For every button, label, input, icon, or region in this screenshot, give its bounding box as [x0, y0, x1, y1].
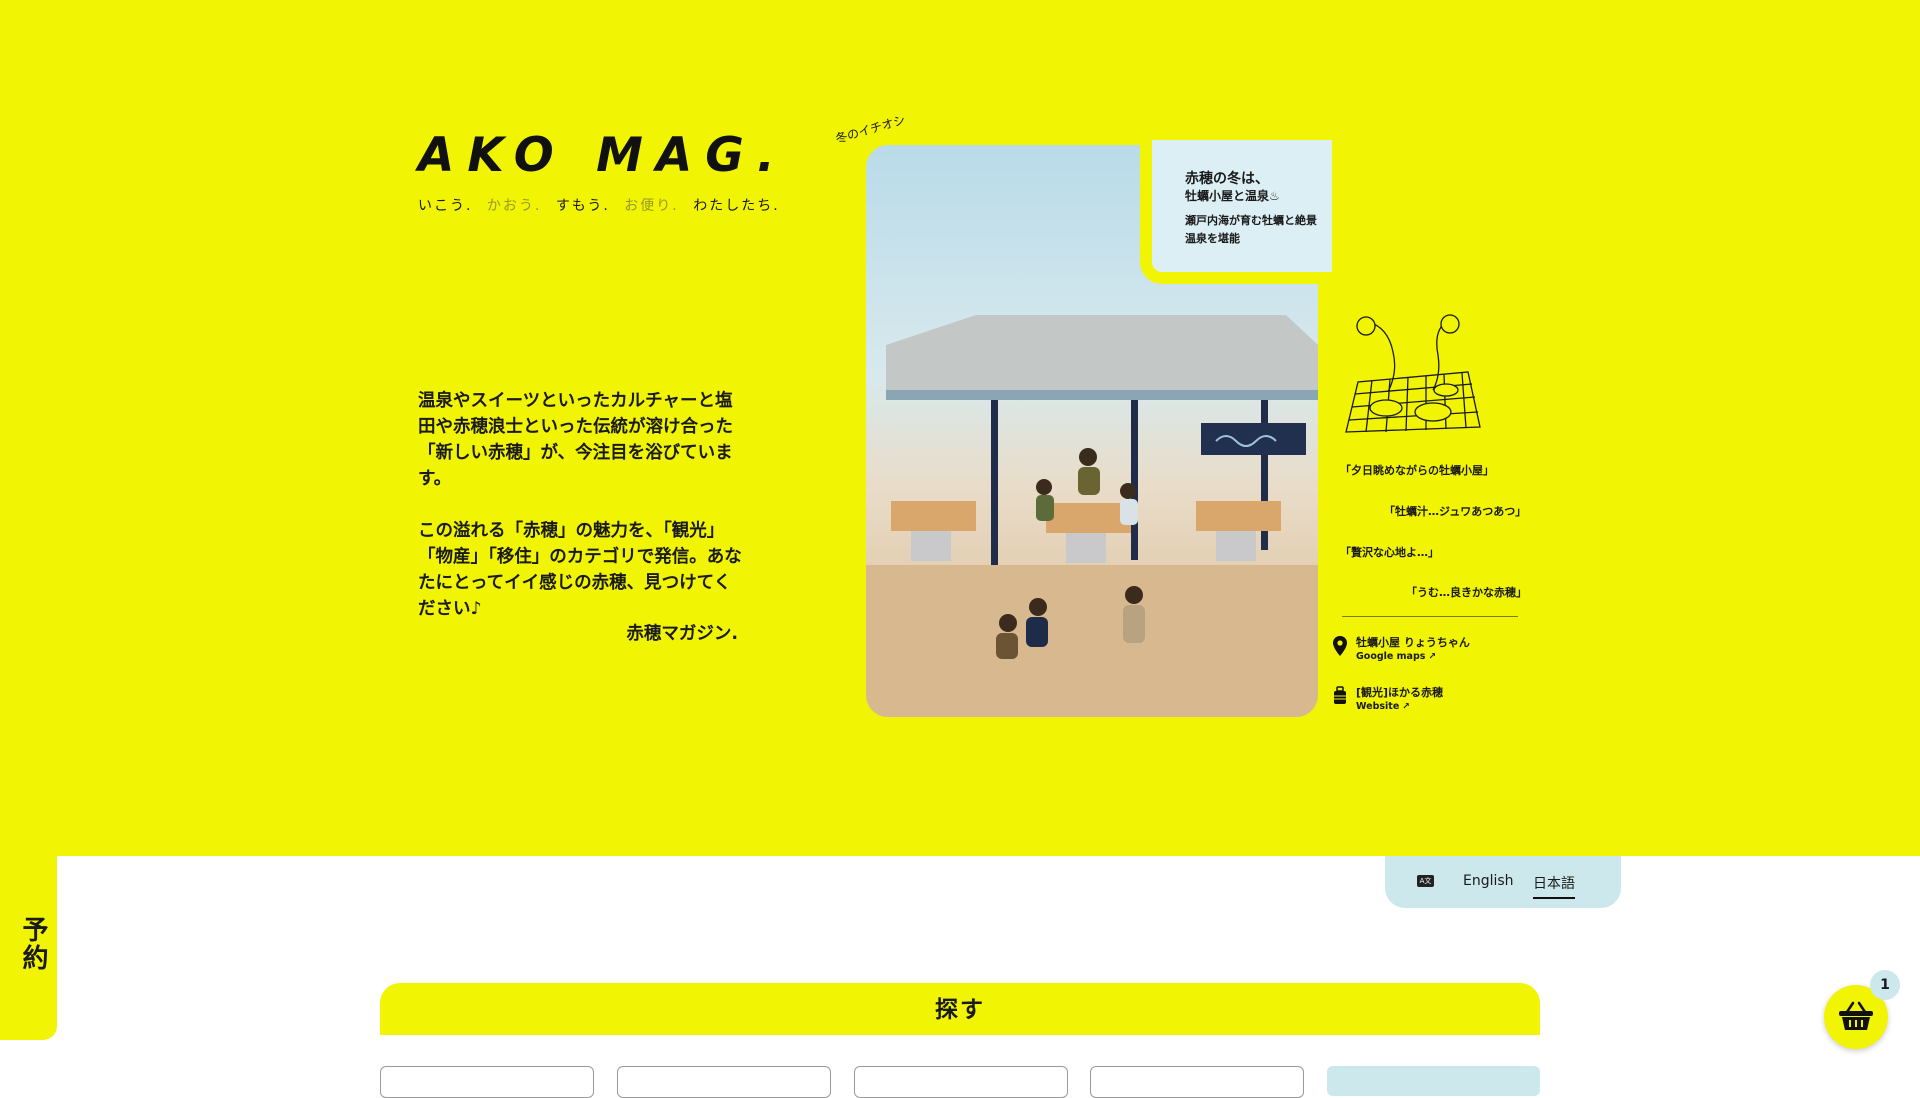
- caption-title: 赤穂の冬は、: [1185, 171, 1269, 187]
- quote: 「贅沢な心地よ…」: [1340, 546, 1439, 559]
- feature-caption: 赤穂の冬は、 牡蠣小屋と温泉♨ 瀬戸内海が育む牡蠣と絶景温泉を堪能: [1140, 140, 1332, 284]
- intro-text: 温泉やスイーツといったカルチャーと塩田や赤穂浪士といった伝統が溶け合った「新しい…: [418, 388, 743, 648]
- translate-icon: A文: [1417, 875, 1434, 887]
- search-filter[interactable]: [617, 1066, 831, 1098]
- intro-paragraph: 温泉やスイーツといったカルチャーと塩田や赤穂浪士といった伝統が溶け合った「新しい…: [418, 391, 733, 489]
- location-name: 牡蠣小屋 りょうちゃん: [1356, 636, 1470, 649]
- search-title: 探す: [935, 997, 985, 1023]
- language-japanese[interactable]: 日本語: [1533, 873, 1575, 899]
- tagline-word: すもう.: [555, 198, 610, 214]
- basket-icon: [1839, 1001, 1873, 1030]
- cart-count-badge: 1: [1870, 970, 1900, 1000]
- site-logo[interactable]: AKO MAG. いこう. かおう. すもう. お便り. わたしたち.: [418, 128, 788, 215]
- website-link[interactable]: Website ↗: [1356, 701, 1410, 712]
- search-filter[interactable]: [854, 1066, 1068, 1098]
- logo-title: AKO MAG.: [418, 128, 788, 183]
- quote: 「うむ…良きかな赤穂」: [1406, 586, 1527, 599]
- external-link-icon: ↗: [1402, 702, 1410, 712]
- oyster-grill-illustration: [1345, 314, 1481, 433]
- caption-subtitle: 牡蠣小屋と温泉♨: [1185, 189, 1280, 203]
- search-filter[interactable]: [380, 1066, 594, 1098]
- tagline: いこう. かおう. すもう. お便り. わたしたち.: [418, 195, 778, 215]
- external-link-icon: ↗: [1428, 652, 1436, 662]
- caption-body: 瀬戸内海が育む牡蠣と絶景温泉を堪能: [1185, 214, 1317, 245]
- article-name: [観光]ほかる赤穂: [1356, 686, 1444, 699]
- language-english[interactable]: English: [1463, 873, 1514, 889]
- search-header: 探す: [380, 983, 1540, 1035]
- google-maps-label: Google maps: [1356, 651, 1426, 662]
- suitcase-icon: [1334, 686, 1346, 704]
- google-maps-link[interactable]: Google maps ↗: [1356, 651, 1436, 662]
- language-switcher: A文 English 日本語: [1385, 856, 1621, 908]
- search-button[interactable]: [1327, 1066, 1540, 1096]
- tagline-word: お便り.: [624, 198, 679, 214]
- search-filter[interactable]: [1090, 1066, 1304, 1098]
- tagline-word: いこう.: [418, 198, 473, 214]
- reserve-tab[interactable]: 予約: [0, 856, 57, 1040]
- tagline-word: わたしたち.: [693, 198, 780, 214]
- quote: 「牡蠣汁…ジュワあつあつ」: [1384, 505, 1527, 518]
- map-pin-icon: [1333, 636, 1347, 656]
- website-label: Website: [1356, 701, 1400, 712]
- quote: 「夕日眺めながらの牡蠣小屋」: [1340, 464, 1494, 477]
- reserve-label: 予約: [18, 916, 48, 972]
- intro-paragraph: この溢れる「赤穂」の魅力を、「観光」「物産」「移住」のカテゴリで発信。あなたにと…: [418, 521, 742, 619]
- divider: [1342, 616, 1518, 617]
- signature: 赤穂マガジン.: [626, 624, 738, 644]
- tagline-word: かおう.: [486, 198, 542, 214]
